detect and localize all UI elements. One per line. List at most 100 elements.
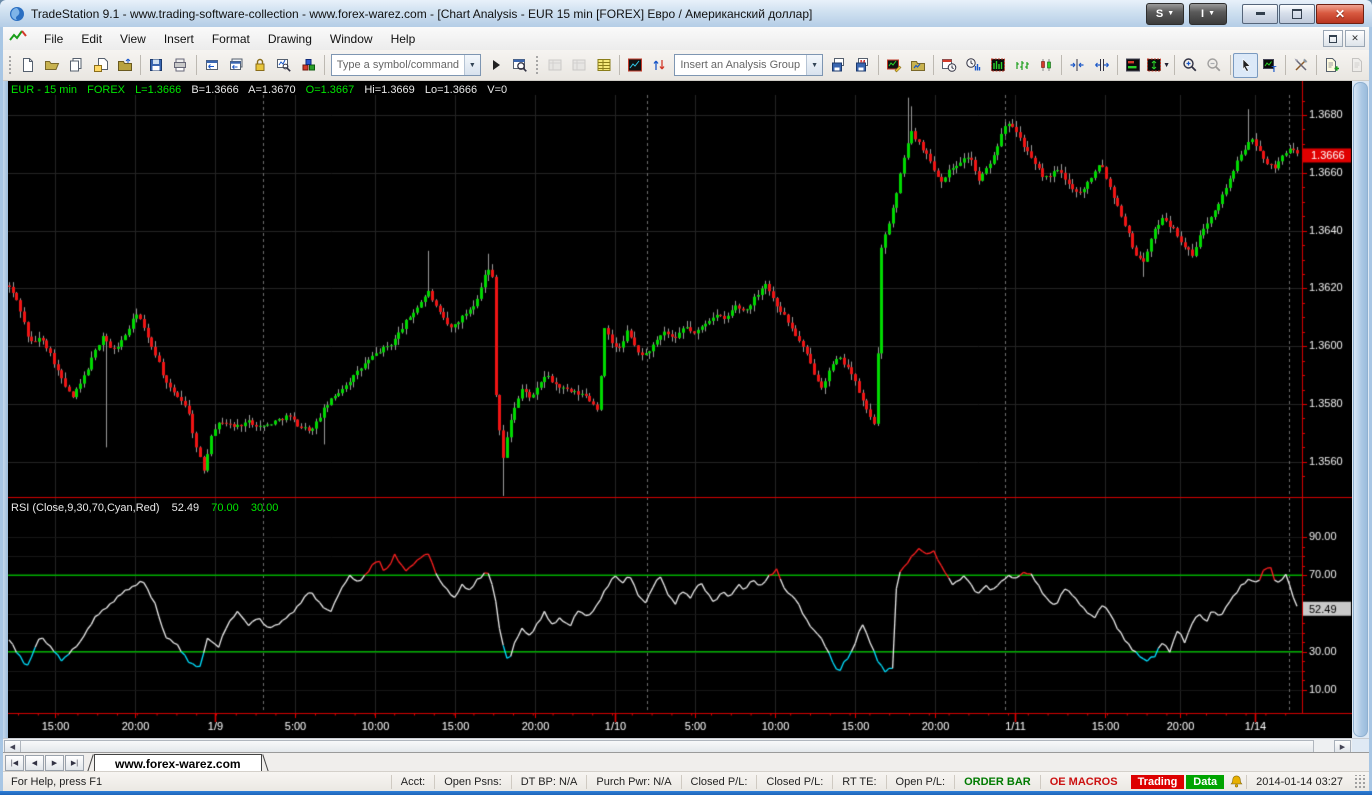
object-explorer-button[interactable]	[297, 53, 321, 78]
matrix-button[interactable]	[592, 53, 616, 78]
workspace-tab[interactable]: www.forex-warez.com	[94, 754, 262, 772]
status-field-7: Open P/L:	[886, 775, 955, 789]
candles-icon	[1038, 57, 1054, 73]
restore-button[interactable]	[1279, 4, 1315, 24]
symbol-command-input[interactable]: Type a symbol/command▼	[331, 54, 481, 76]
menu-insert[interactable]: Insert	[155, 29, 203, 49]
cal-clock-icon	[941, 57, 957, 73]
lock-icon	[252, 57, 268, 73]
previous-window-button[interactable]	[199, 53, 223, 78]
resize-grip[interactable]	[1354, 775, 1366, 789]
order-bar-button[interactable]: ORDER BAR	[954, 775, 1040, 789]
save-desktop-button[interactable]	[144, 53, 168, 78]
new-workspace-button[interactable]	[16, 53, 40, 78]
folder-up-icon	[117, 57, 133, 73]
toolbar-grip[interactable]	[8, 55, 13, 75]
toolbar-separator	[933, 55, 934, 75]
child-restore-button[interactable]	[1323, 30, 1343, 47]
open-workspace-button[interactable]	[40, 53, 64, 78]
clock-bars-icon	[965, 57, 981, 73]
drawing-tools-button[interactable]	[1289, 53, 1313, 78]
chevron-down-icon[interactable]: ▼	[806, 55, 822, 75]
low-value: Lo=1.3666	[425, 84, 477, 96]
vertical-scrollbar-thumb[interactable]	[1353, 82, 1368, 737]
vertical-scrollbar[interactable]	[1352, 81, 1369, 738]
save-analysis-group-button[interactable]	[826, 53, 850, 78]
child-close-button[interactable]: ✕	[1345, 30, 1365, 47]
pages-icon	[68, 57, 84, 73]
bars-green-icon	[1014, 57, 1030, 73]
bar-style-button[interactable]	[1010, 53, 1034, 78]
session-settings-button[interactable]	[937, 53, 961, 78]
data-status-badge[interactable]: Data	[1186, 775, 1224, 789]
symbol-lookup-button[interactable]	[508, 53, 532, 78]
chart-format-icon	[886, 57, 902, 73]
manage-analysis-group-button[interactable]: M	[850, 53, 874, 78]
analysis-group-select[interactable]: Insert an Analysis Group▼	[674, 54, 823, 76]
paste-window-button[interactable]	[88, 53, 112, 78]
next-window-button[interactable]	[224, 53, 248, 78]
menu-help[interactable]: Help	[382, 29, 425, 49]
close-button[interactable]: ✕	[1316, 4, 1364, 24]
folder-chart-icon	[910, 57, 926, 73]
alert-bell-icon[interactable]	[1230, 775, 1243, 788]
symbol-command-input-value[interactable]: Type a symbol/command	[332, 59, 464, 71]
tradestation-window: TradeStation 9.1 - www.trading-software-…	[0, 0, 1372, 795]
autoscale-button[interactable]: ▼	[1145, 53, 1171, 78]
sort-updown-button[interactable]	[647, 53, 671, 78]
zoom-in-button[interactable]	[1178, 53, 1202, 78]
format-colors-button[interactable]	[1121, 53, 1145, 78]
run-command-button[interactable]	[484, 53, 508, 78]
chart-analysis-button[interactable]	[623, 53, 647, 78]
last-tab-button[interactable]: ▶|	[65, 755, 84, 771]
text-tool-button[interactable]: T	[1258, 53, 1282, 78]
open-chart-button[interactable]	[906, 53, 930, 78]
horizontal-scrollbar[interactable]: ◀ ▶	[3, 738, 1369, 752]
menu-drawing[interactable]: Drawing	[259, 29, 321, 49]
lock-workspace-button[interactable]	[248, 53, 272, 78]
pointer-tool-button[interactable]	[1233, 53, 1257, 78]
folder-open-icon	[44, 57, 60, 73]
menu-window[interactable]: Window	[321, 29, 382, 49]
expand-bars-button[interactable]	[1090, 53, 1114, 78]
menu-view[interactable]: View	[111, 29, 155, 49]
menu-format[interactable]: Format	[203, 29, 259, 49]
candle-style-button[interactable]	[1034, 53, 1058, 78]
chart-arrows-icon	[1146, 57, 1162, 73]
note-add-icon	[1324, 57, 1340, 73]
toolbar-separator	[1117, 55, 1118, 75]
minimize-button[interactable]	[1242, 4, 1278, 24]
open-window-button[interactable]	[113, 53, 137, 78]
s-menu-button[interactable]: S▼	[1146, 3, 1184, 25]
first-tab-button[interactable]: |◀	[5, 755, 24, 771]
tools-icon	[1293, 57, 1309, 73]
copy-window-button[interactable]	[64, 53, 88, 78]
zoomin-icon	[1182, 57, 1198, 73]
printer-icon	[172, 57, 188, 73]
bid-value: B=1.3666	[191, 84, 238, 96]
toolbar-separator	[1061, 55, 1062, 75]
toolbar-grip[interactable]	[535, 55, 540, 75]
time-frame-button[interactable]	[961, 53, 985, 78]
next-tab-button[interactable]: ▶	[45, 755, 64, 771]
i-menu-button[interactable]: I▼	[1189, 3, 1227, 25]
previous-tab-button[interactable]: ◀	[25, 755, 44, 771]
workspace-analysis-button[interactable]	[272, 53, 296, 78]
trading-status-badge[interactable]: Trading	[1131, 775, 1185, 789]
chart-logo-icon	[9, 29, 27, 48]
add-note-button[interactable]	[1320, 53, 1344, 78]
menu-file[interactable]: File	[35, 29, 72, 49]
chart-type-button[interactable]	[986, 53, 1010, 78]
status-field-0: Acct:	[391, 775, 434, 789]
compress-bars-button[interactable]	[1065, 53, 1089, 78]
rsi-value: 52.49	[172, 502, 200, 514]
minimize-icon	[1256, 12, 1265, 15]
chart-canvas[interactable]	[8, 81, 1352, 738]
toolbar-separator	[1285, 55, 1286, 75]
chevron-down-icon[interactable]: ▼	[464, 55, 480, 75]
oe-macros-button[interactable]: OE MACROS	[1040, 775, 1127, 789]
menu-edit[interactable]: Edit	[72, 29, 111, 49]
format-analysis-button[interactable]	[882, 53, 906, 78]
analysis-group-select-value[interactable]: Insert an Analysis Group	[675, 59, 806, 71]
print-button[interactable]	[168, 53, 192, 78]
